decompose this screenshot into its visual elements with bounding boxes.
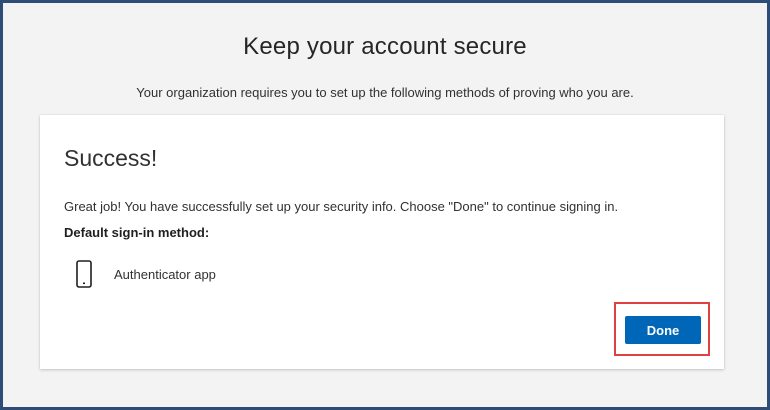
default-method-label: Default sign-in method: xyxy=(64,225,210,240)
default-method-row: Authenticator app xyxy=(74,258,216,290)
success-message: Great job! You have successfully set up … xyxy=(64,199,619,214)
mobile-phone-icon xyxy=(74,258,94,290)
window-frame: Keep your account secure Your organizati… xyxy=(0,0,770,410)
success-heading: Success! xyxy=(64,145,158,171)
success-card: Success! Great job! You have successfull… xyxy=(40,115,724,369)
done-button[interactable]: Done xyxy=(625,316,701,344)
method-name: Authenticator app xyxy=(114,266,216,282)
page-title: Keep your account secure xyxy=(243,33,527,60)
page-subtitle: Your organization requires you to set up… xyxy=(136,85,634,100)
